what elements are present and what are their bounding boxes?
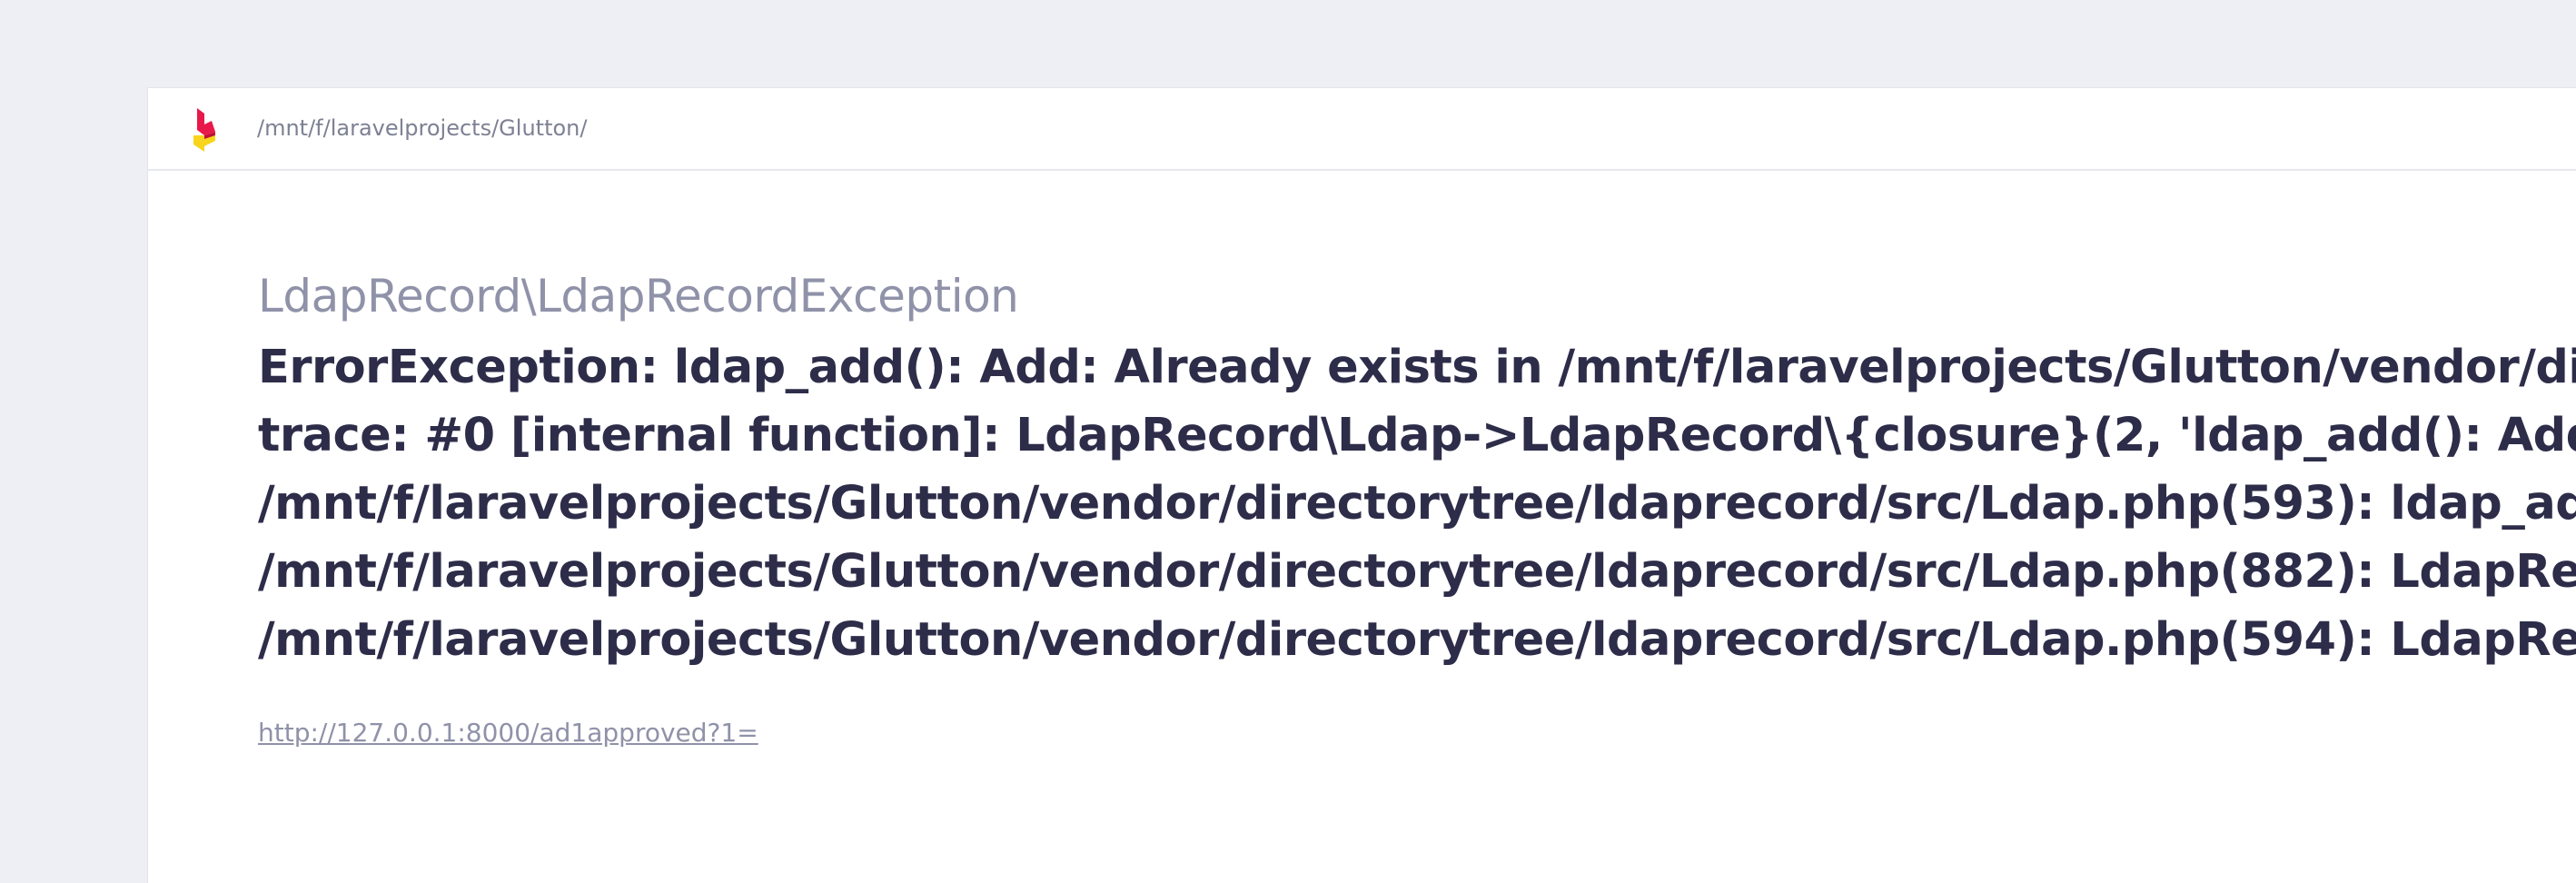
app-path: /mnt/f/laravelprojects/Glutton/ xyxy=(257,115,588,141)
exception-message-line: /mnt/f/laravelprojects/Glutton/vendor/di… xyxy=(258,545,2576,599)
error-card: /mnt/f/laravelprojects/Glutton/ LdapReco… xyxy=(147,87,2576,883)
request-url-link[interactable]: http://127.0.0.1:8000/ad1approved?1= xyxy=(258,718,758,748)
ignition-flame-logo-icon xyxy=(193,108,215,152)
exception-message-line: /mnt/f/laravelprojects/Glutton/vendor/di… xyxy=(258,613,2576,667)
exception-message: ErrorException: ldap_add(): Add: Already… xyxy=(258,333,2576,674)
exception-class: LdapRecord\LdapRecordException xyxy=(258,270,1019,322)
exception-message-line: ErrorException: ldap_add(): Add: Already… xyxy=(258,341,2576,394)
exception-content: LdapRecord\LdapRecordException ErrorExce… xyxy=(258,266,2576,748)
top-bar: /mnt/f/laravelprojects/Glutton/ xyxy=(148,88,2576,171)
exception-message-line: /mnt/f/laravelprojects/Glutton/vendor/di… xyxy=(258,477,2576,531)
exception-message-line: trace: #0 [internal function]: LdapRecor… xyxy=(258,409,2576,462)
